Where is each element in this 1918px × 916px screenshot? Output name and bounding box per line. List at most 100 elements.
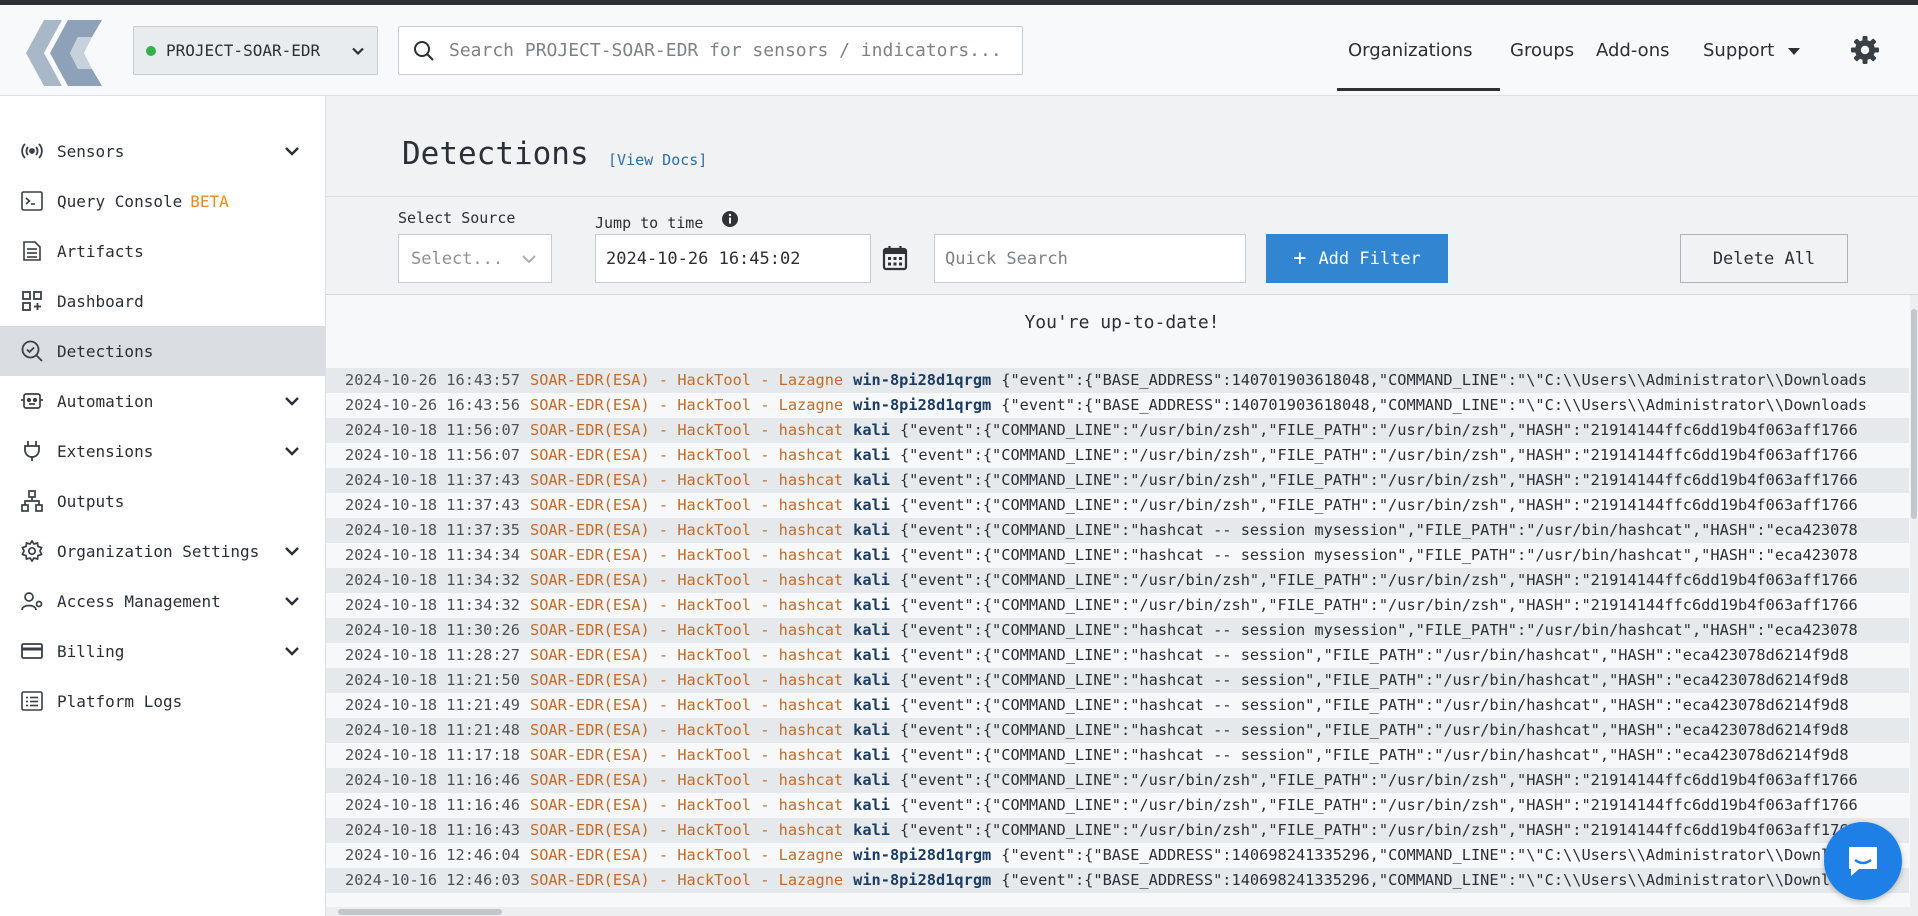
jump-to-time-input[interactable] xyxy=(595,234,871,283)
sidebar-item-billing[interactable]: Billing xyxy=(0,626,325,676)
nav-addons[interactable]: Add-ons xyxy=(1596,40,1669,61)
detection-timestamp: 2024-10-18 11:34:34 xyxy=(345,546,520,564)
sidebar-item-automation[interactable]: Automation xyxy=(0,376,325,426)
project-name: PROJECT-SOAR-EDR xyxy=(166,41,321,60)
jump-to-time-label: Jump to time xyxy=(595,214,704,232)
sidebar-item-access-management[interactable]: Access Management xyxy=(0,576,325,626)
sidebar-item-artifacts[interactable]: Artifacts xyxy=(0,226,325,276)
detection-event: {"event":{"COMMAND_LINE":"hashcat -- ses… xyxy=(899,546,1858,564)
quick-search-input[interactable] xyxy=(934,234,1246,283)
view-docs-link[interactable]: [View Docs] xyxy=(608,151,707,169)
broadcast-icon xyxy=(20,139,44,163)
detection-category: SOAR-EDR(ESA) - HackTool - hashcat xyxy=(529,721,844,739)
sidebar-item-query-console[interactable]: Query Console BETA xyxy=(0,176,325,226)
add-filter-label: Add Filter xyxy=(1318,248,1421,269)
detection-timestamp: 2024-10-16 12:46:04 xyxy=(345,846,520,864)
chevron-down-icon[interactable] xyxy=(284,643,300,659)
detection-row[interactable]: 2024-10-18 11:21:50 SOAR-EDR(ESA) - HackT… xyxy=(326,668,1909,693)
scrollbar-thumb[interactable] xyxy=(1911,309,1917,519)
detection-row[interactable]: 2024-10-18 11:34:34 SOAR-EDR(ESA) - HackT… xyxy=(326,543,1909,568)
sidebar-item-platform-logs[interactable]: Platform Logs xyxy=(0,676,325,726)
detection-category: SOAR-EDR(ESA) - HackTool - hashcat xyxy=(529,746,844,764)
detection-category: SOAR-EDR(ESA) - HackTool - hashcat xyxy=(529,596,844,614)
project-selector[interactable]: PROJECT-SOAR-EDR xyxy=(133,26,378,75)
vertical-scrollbar[interactable] xyxy=(1910,295,1918,916)
detection-event: {"event":{"COMMAND_LINE":"/usr/bin/zsh",… xyxy=(899,821,1858,839)
settings-gear-icon[interactable] xyxy=(1850,35,1880,65)
sidebar-item-label: Automation xyxy=(57,391,154,411)
detection-row[interactable]: 2024-10-16 12:46:03 SOAR-EDR(ESA) - HackT… xyxy=(326,868,1909,893)
horizontal-scrollbar[interactable] xyxy=(326,907,1910,916)
select-source-dropdown[interactable]: Select... xyxy=(398,234,552,283)
chevron-down-icon[interactable] xyxy=(284,393,300,409)
sidebar-item-detections[interactable]: Detections xyxy=(0,326,325,376)
detection-event: {"event":{"COMMAND_LINE":"hashcat -- ses… xyxy=(899,721,1849,739)
detection-row[interactable]: 2024-10-18 11:56:07 SOAR-EDR(ESA) - HackT… xyxy=(326,443,1909,468)
detection-host: win-8pi28d1qrgm xyxy=(853,846,992,864)
chevron-down-icon[interactable] xyxy=(284,543,300,559)
detection-row[interactable]: 2024-10-18 11:17:18 SOAR-EDR(ESA) - HackT… xyxy=(326,743,1909,768)
detection-row[interactable]: 2024-10-18 11:30:26 SOAR-EDR(ESA) - HackT… xyxy=(326,618,1909,643)
sidebar-item-organization-settings[interactable]: Organization Settings xyxy=(0,526,325,576)
detection-row[interactable]: 2024-10-18 11:37:35 SOAR-EDR(ESA) - HackT… xyxy=(326,518,1909,543)
detection-category: SOAR-EDR(ESA) - HackTool - hashcat xyxy=(529,571,844,589)
add-filter-button[interactable]: + Add Filter xyxy=(1266,234,1448,283)
detection-row[interactable]: 2024-10-26 16:43:57 SOAR-EDR(ESA) - HackT… xyxy=(326,368,1909,393)
sidebar-item-outputs[interactable]: Outputs xyxy=(0,476,325,526)
global-search[interactable] xyxy=(398,26,1023,75)
detection-row[interactable]: 2024-10-26 16:43:56 SOAR-EDR(ESA) - HackT… xyxy=(326,393,1909,418)
nav-support[interactable]: Support xyxy=(1703,40,1800,61)
detection-timestamp: 2024-10-18 11:34:32 xyxy=(345,596,520,614)
detection-category: SOAR-EDR(ESA) - HackTool - hashcat xyxy=(529,646,844,664)
sidebar-item-dashboard[interactable]: Dashboard xyxy=(0,276,325,326)
sidebar-item-label: Outputs xyxy=(57,491,125,511)
detection-timestamp: 2024-10-18 11:30:26 xyxy=(345,621,520,639)
document-icon xyxy=(20,239,44,263)
detection-row[interactable]: 2024-10-18 11:21:49 SOAR-EDR(ESA) - HackT… xyxy=(326,693,1909,718)
detection-timestamp: 2024-10-26 16:43:56 xyxy=(345,396,520,414)
detection-rows: 2024-10-26 16:43:57 SOAR-EDR(ESA) - HackT… xyxy=(326,368,1909,893)
detection-row[interactable]: 2024-10-18 11:28:27 SOAR-EDR(ESA) - HackT… xyxy=(326,643,1909,668)
chat-support-button[interactable] xyxy=(1824,822,1902,900)
detection-event: {"event":{"COMMAND_LINE":"/usr/bin/zsh",… xyxy=(899,421,1858,439)
credit-card-icon xyxy=(20,639,44,663)
limacharlie-logo[interactable] xyxy=(26,20,102,86)
detection-host: kali xyxy=(853,571,890,589)
magnify-check-icon xyxy=(20,339,44,363)
detection-timestamp: 2024-10-18 11:21:50 xyxy=(345,671,520,689)
up-to-date-message: You're up-to-date! xyxy=(1024,312,1220,333)
chevron-down-icon[interactable] xyxy=(284,143,300,159)
detection-row[interactable]: 2024-10-16 12:46:04 SOAR-EDR(ESA) - HackT… xyxy=(326,843,1909,868)
detection-row[interactable]: 2024-10-18 11:21:48 SOAR-EDR(ESA) - HackT… xyxy=(326,718,1909,743)
delete-all-button[interactable]: Delete All xyxy=(1680,234,1848,283)
info-icon[interactable] xyxy=(721,210,739,228)
detection-event: {"event":{"BASE_ADDRESS":140698241335296… xyxy=(1001,871,1867,889)
detection-timestamp: 2024-10-18 11:16:43 xyxy=(345,821,520,839)
detection-category: SOAR-EDR(ESA) - HackTool - hashcat xyxy=(529,471,844,489)
detection-row[interactable]: 2024-10-18 11:37:43 SOAR-EDR(ESA) - HackT… xyxy=(326,493,1909,518)
detection-host: kali xyxy=(853,496,890,514)
page-title: Detections xyxy=(402,136,589,172)
nav-groups[interactable]: Groups xyxy=(1510,40,1574,61)
detection-category: SOAR-EDR(ESA) - HackTool - hashcat xyxy=(529,671,844,689)
detection-row[interactable]: 2024-10-18 11:56:07 SOAR-EDR(ESA) - HackT… xyxy=(326,418,1909,443)
detection-row[interactable]: 2024-10-18 11:16:46 SOAR-EDR(ESA) - HackT… xyxy=(326,793,1909,818)
chevron-down-icon[interactable] xyxy=(284,443,300,459)
sidebar-item-sensors[interactable]: Sensors xyxy=(0,126,325,176)
select-source-placeholder: Select... xyxy=(411,248,504,269)
detection-row[interactable]: 2024-10-18 11:34:32 SOAR-EDR(ESA) - HackT… xyxy=(326,568,1909,593)
detection-row[interactable]: 2024-10-18 11:16:46 SOAR-EDR(ESA) - HackT… xyxy=(326,768,1909,793)
nav-organizations[interactable]: Organizations xyxy=(1348,40,1472,61)
global-search-input[interactable] xyxy=(447,39,1022,62)
detection-timestamp: 2024-10-18 11:56:07 xyxy=(345,421,520,439)
scrollbar-thumb[interactable] xyxy=(338,909,502,915)
detection-row[interactable]: 2024-10-18 11:16:43 SOAR-EDR(ESA) - HackT… xyxy=(326,818,1909,843)
detection-event: {"event":{"COMMAND_LINE":"/usr/bin/zsh",… xyxy=(899,571,1858,589)
detection-category: SOAR-EDR(ESA) - HackTool - Lazagne xyxy=(529,371,844,389)
detection-row[interactable]: 2024-10-18 11:34:32 SOAR-EDR(ESA) - HackT… xyxy=(326,593,1909,618)
calendar-icon[interactable] xyxy=(882,245,908,271)
chevron-down-icon[interactable] xyxy=(284,593,300,609)
detection-row[interactable]: 2024-10-18 11:37:43 SOAR-EDR(ESA) - HackT… xyxy=(326,468,1909,493)
sidebar-item-extensions[interactable]: Extensions xyxy=(0,426,325,476)
detection-event: {"event":{"COMMAND_LINE":"hashcat -- ses… xyxy=(899,621,1858,639)
